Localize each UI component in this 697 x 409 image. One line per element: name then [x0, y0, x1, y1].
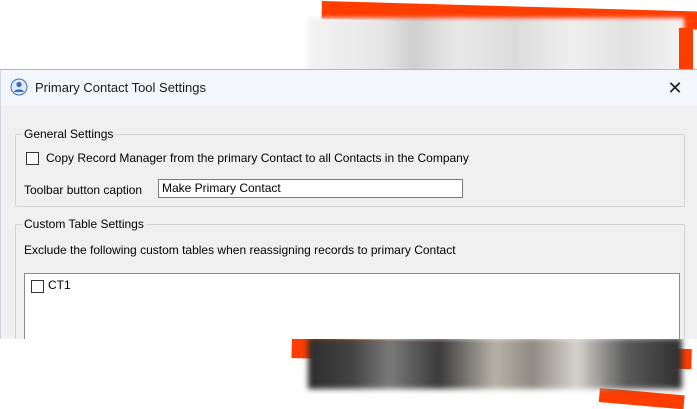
decorative-stripe-bottom-2: [598, 388, 685, 409]
copy-record-manager-label: Copy Record Manager from the primary Con…: [46, 151, 469, 165]
title-bar[interactable]: Primary Contact Tool Settings ✕: [1, 70, 697, 106]
toolbar-caption-input[interactable]: Make Primary Contact: [158, 179, 463, 198]
close-icon[interactable]: ✕: [652, 70, 697, 106]
settings-dialog: Primary Contact Tool Settings ✕ General …: [0, 69, 697, 339]
window-title: Primary Contact Tool Settings: [35, 80, 206, 95]
table-ct1-checkbox[interactable]: [31, 280, 44, 293]
custom-table-settings-legend: Custom Table Settings: [24, 217, 144, 231]
background-photo-bottom: [308, 338, 682, 389]
copy-record-manager-checkbox[interactable]: [26, 152, 39, 165]
custom-tables-description: Exclude the following custom tables when…: [24, 243, 456, 257]
people-icon: [10, 78, 28, 96]
toolbar-caption-label: Toolbar button caption: [24, 183, 143, 197]
custom-tables-list[interactable]: CT1: [24, 273, 680, 339]
table-ct1-label: CT1: [48, 278, 71, 292]
background-photo-top: [308, 18, 684, 73]
general-settings-legend: General Settings: [24, 127, 114, 141]
